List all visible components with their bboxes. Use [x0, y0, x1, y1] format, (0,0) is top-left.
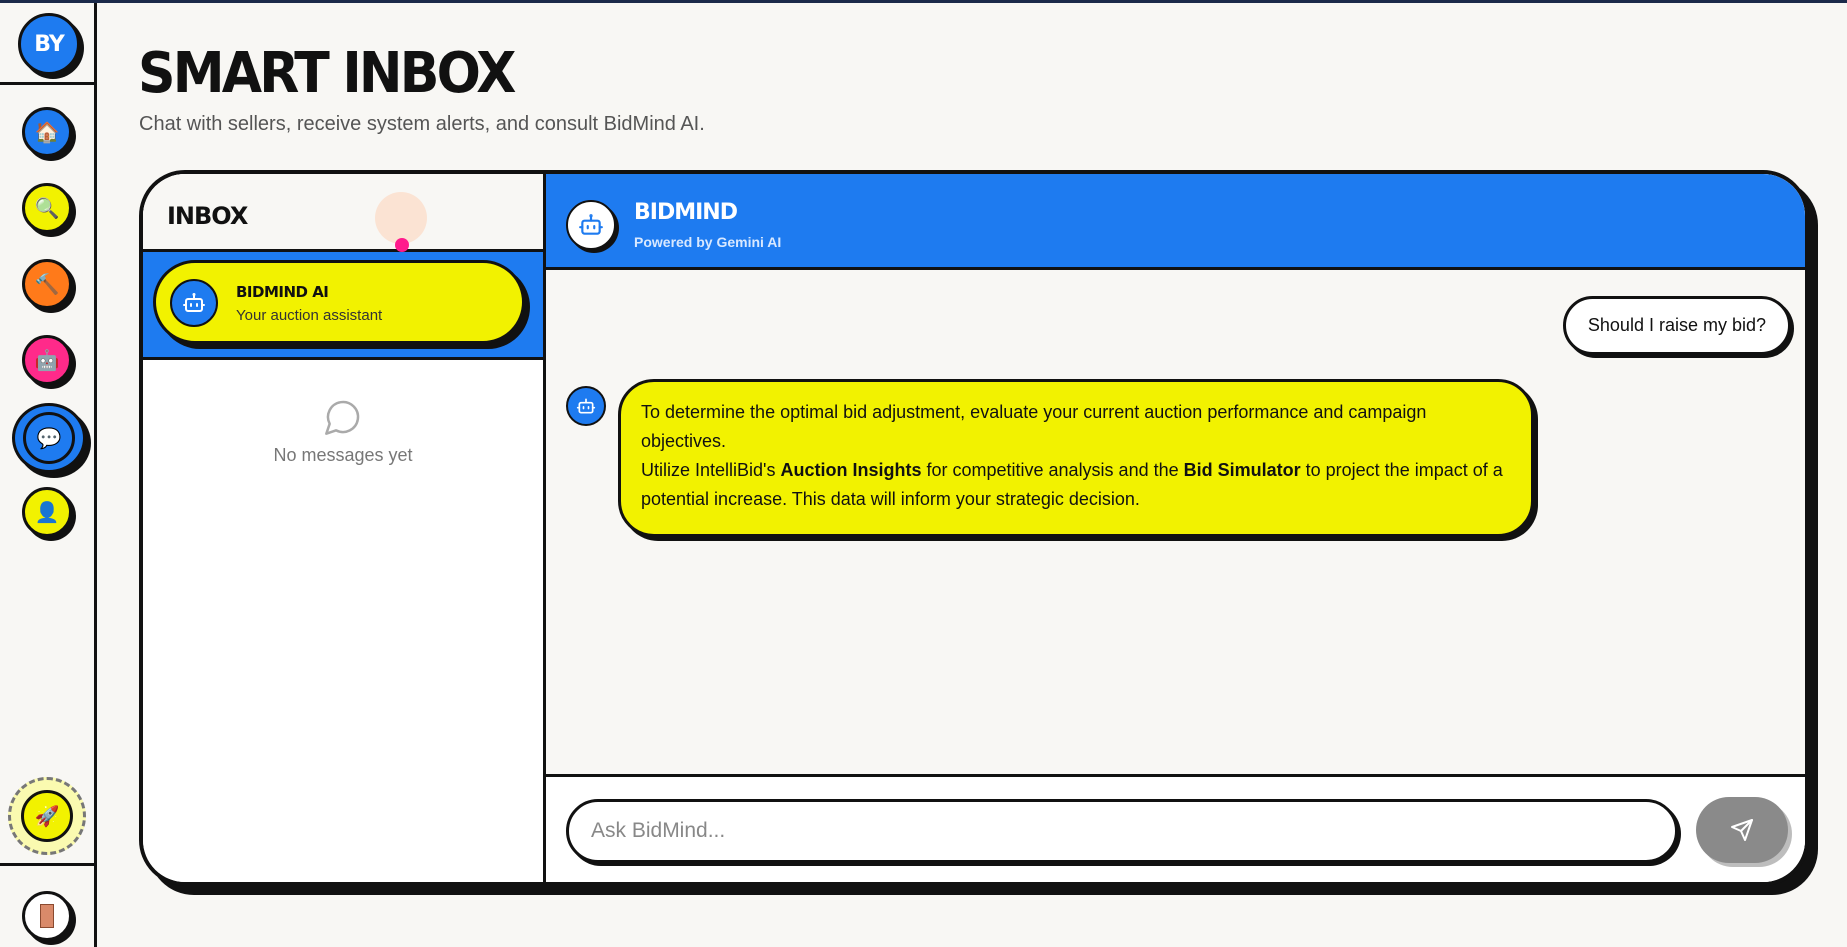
- user-icon: 👤: [34, 500, 60, 524]
- conversation-item-bidmind[interactable]: BIDMIND AI Your auction assistant: [153, 260, 525, 344]
- composer: [546, 774, 1805, 882]
- sidebar-divider-bottom: [0, 863, 97, 866]
- send-button[interactable]: [1696, 797, 1788, 863]
- empty-state: No messages yet: [143, 397, 543, 466]
- bot-message-avatar: [566, 386, 606, 426]
- bot-message-line-1: To determine the optimal bid adjustment,…: [641, 402, 1427, 451]
- message-circle-icon: [325, 400, 360, 435]
- chat-bubble-icon: 💬: [36, 426, 62, 450]
- conversation-subtitle: Your auction assistant: [236, 307, 383, 324]
- sidebar-divider: [0, 82, 97, 85]
- logout-button[interactable]: [22, 891, 72, 941]
- chat-avatar: [566, 200, 616, 250]
- robot-icon: [183, 293, 205, 312]
- inbox-panel: INBOX BIDMIND AI Your auction assistant: [143, 174, 546, 882]
- hammer-icon: 🔨: [34, 272, 60, 296]
- inbox-card: INBOX BIDMIND AI Your auction assistant: [139, 170, 1809, 886]
- page-subtitle: Chat with sellers, receive system alerts…: [139, 113, 705, 135]
- inbox-title: INBOX: [167, 202, 248, 230]
- chat-header: BIDMIND Powered by Gemini AI: [546, 174, 1805, 270]
- home-icon: 🏠: [34, 120, 60, 144]
- brand-logo-text: BY: [34, 31, 64, 57]
- robot-icon: [579, 214, 603, 235]
- conversation-name: BIDMIND AI: [236, 283, 329, 301]
- sidebar-item-home[interactable]: 🏠: [22, 107, 72, 157]
- page-title: SMART INBOX: [138, 41, 516, 106]
- chat-title: BIDMIND: [634, 200, 738, 225]
- chat-subtitle: Powered by Gemini AI: [634, 234, 782, 250]
- empty-state-text: No messages yet: [273, 445, 413, 465]
- sidebar-item-bot[interactable]: 🤖: [22, 335, 72, 385]
- sidebar-item-auctions[interactable]: 🔨: [22, 259, 72, 309]
- notification-dot: [395, 238, 409, 252]
- inbox-decoration: [375, 192, 427, 244]
- sidebar-item-boost[interactable]: 🚀: [8, 777, 86, 855]
- sidebar-item-profile[interactable]: 👤: [22, 487, 72, 537]
- bot-message-link-bid-simulator: Bid Simulator: [1183, 460, 1301, 480]
- search-icon: 🔍: [34, 196, 60, 220]
- brand-logo[interactable]: BY: [18, 13, 80, 75]
- sidebar: BY 🏠 🔍 🔨 🤖 💬 👤 🚀: [0, 3, 97, 947]
- robot-icon: 🤖: [34, 348, 60, 372]
- sidebar-item-inbox[interactable]: 💬: [12, 403, 86, 473]
- robot-icon: [576, 398, 596, 414]
- bot-message-text: Utilize IntelliBid's: [641, 460, 781, 480]
- chat-panel: BIDMIND Powered by Gemini AI Should I ra…: [546, 174, 1805, 882]
- conversation-avatar: [170, 279, 218, 327]
- conversation-list: BIDMIND AI Your auction assistant: [143, 252, 543, 360]
- bot-message-line-2: Utilize IntelliBid's Auction Insights fo…: [641, 456, 1511, 514]
- inbox-header: INBOX: [143, 174, 543, 252]
- sidebar-item-search[interactable]: 🔍: [22, 183, 72, 233]
- bot-message-link-auction-insights: Auction Insights: [780, 460, 922, 480]
- bot-message-text: for competitive analysis and the: [921, 460, 1184, 480]
- sidebar-item-boost-inner: 🚀: [21, 790, 73, 842]
- message-input[interactable]: [566, 799, 1678, 863]
- bot-message: To determine the optimal bid adjustment,…: [618, 379, 1534, 537]
- sidebar-item-inbox-inner: 💬: [23, 412, 75, 464]
- rocket-icon: 🚀: [34, 804, 60, 828]
- send-icon: [1731, 819, 1753, 841]
- user-message: Should I raise my bid?: [1562, 296, 1791, 355]
- door-icon: [40, 904, 54, 928]
